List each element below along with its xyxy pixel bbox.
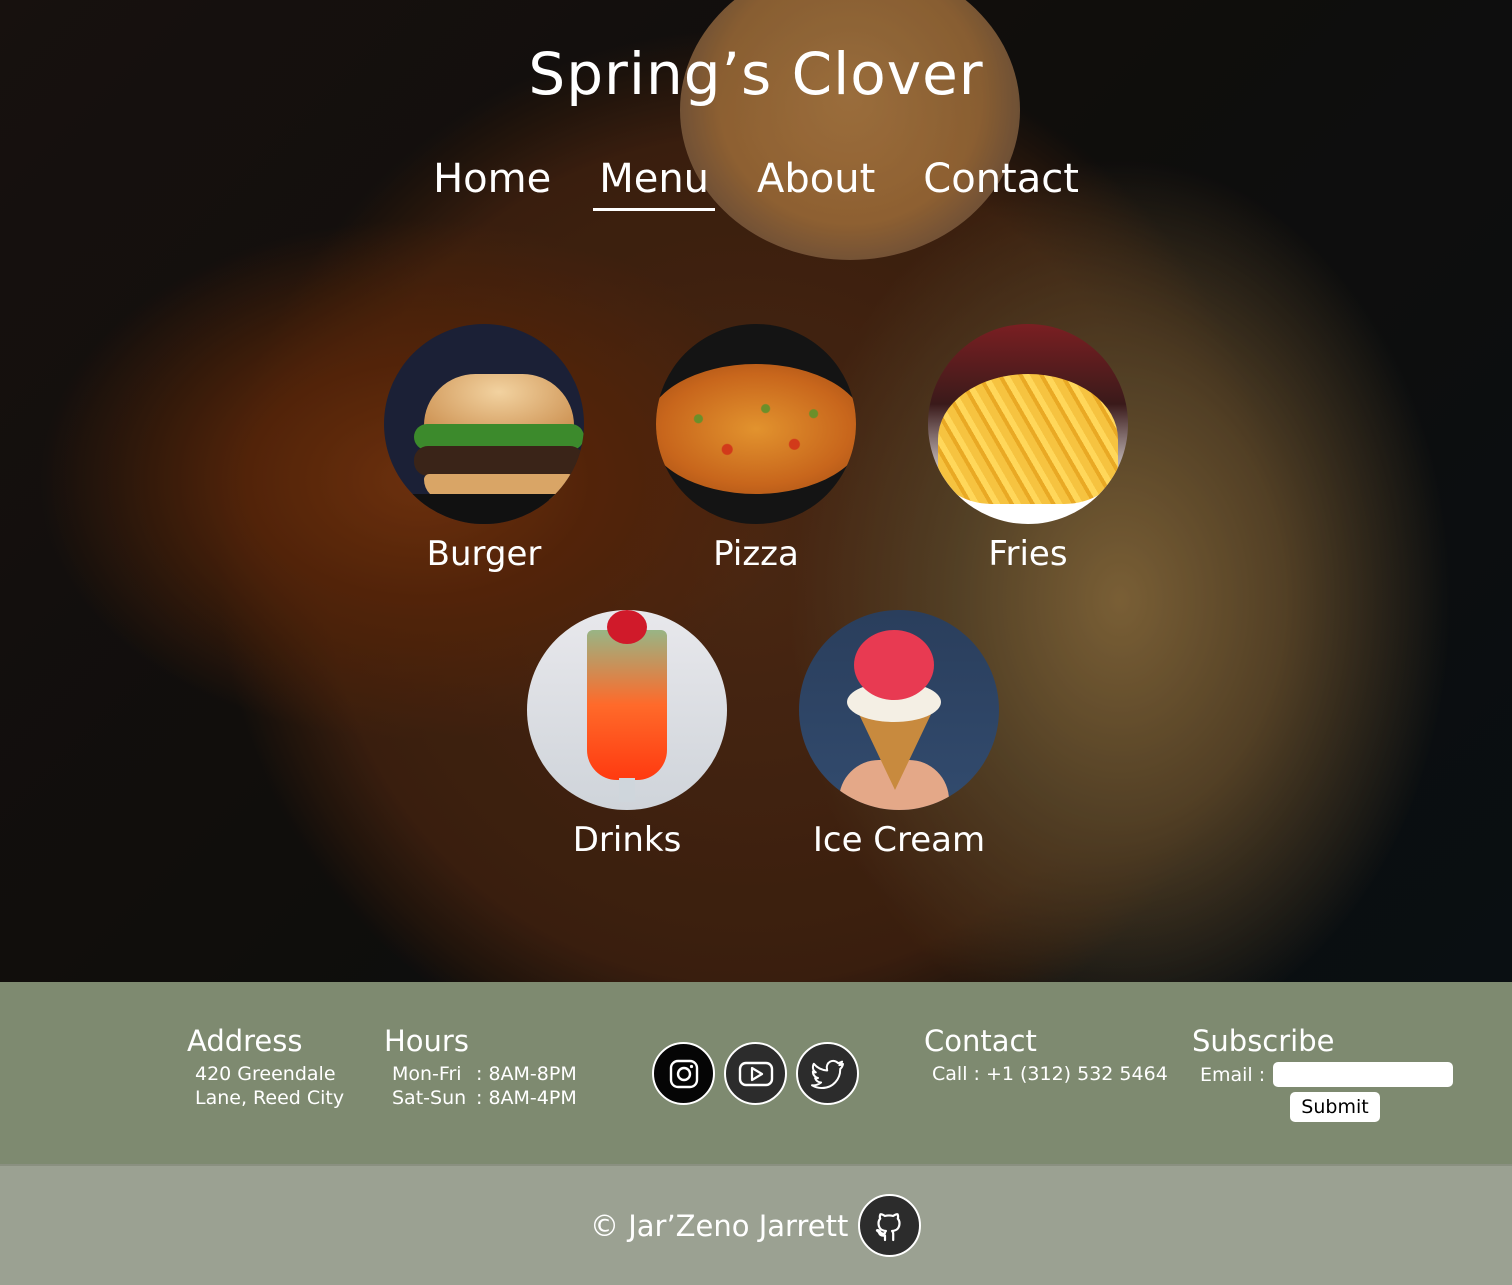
menu-item-fries[interactable]: Fries — [928, 324, 1128, 576]
github-button[interactable] — [858, 1194, 921, 1257]
nav-menu[interactable]: Menu — [593, 154, 716, 211]
social-links — [652, 1042, 859, 1105]
nav-about[interactable]: About — [751, 154, 881, 211]
twitter-icon — [810, 1059, 844, 1089]
menu-item-drinks[interactable]: Drinks — [527, 610, 727, 862]
address-line-2: Lane, Reed City — [195, 1087, 345, 1109]
menu-item-ice-cream[interactable]: Ice Cream — [794, 610, 1004, 862]
hero-section: Spring’s Clover Home Menu About Contact … — [0, 0, 1512, 982]
menu-item-label: Burger — [426, 534, 542, 574]
drinks-image — [527, 610, 727, 810]
email-label: Email : — [1200, 1063, 1266, 1086]
footer: Address 420 Greendale Lane, Reed City Ho… — [0, 982, 1512, 1164]
site-title: Spring’s Clover — [528, 40, 984, 108]
subscribe-section: Subscribe Email : Submit — [1192, 1024, 1492, 1164]
hours-time: : 8AM-8PM — [476, 1063, 577, 1085]
bottom-bar: © Jar’Zeno Jarrett — [0, 1164, 1512, 1285]
instagram-icon — [669, 1059, 698, 1088]
copyright-text: © Jar’Zeno Jarrett — [590, 1209, 849, 1243]
youtube-icon — [738, 1061, 773, 1086]
menu-item-pizza[interactable]: Pizza — [656, 324, 856, 576]
burger-image — [384, 324, 584, 524]
nav-home[interactable]: Home — [427, 154, 557, 211]
main-nav: Home Menu About Contact — [0, 154, 1512, 211]
hours-time: : 8AM-4PM — [476, 1087, 577, 1109]
address-line-1: 420 Greendale — [195, 1063, 336, 1085]
hours-section: Hours Mon-Fri : 8AM-8PM Sat-Sun : 8AM-4P… — [384, 1024, 577, 1110]
address-heading: Address — [187, 1024, 303, 1058]
github-icon — [875, 1212, 901, 1241]
submit-button[interactable]: Submit — [1290, 1092, 1380, 1122]
contact-heading: Contact — [924, 1024, 1037, 1058]
hours-row: Mon-Fri : 8AM-8PM — [392, 1062, 577, 1086]
pizza-image — [656, 324, 856, 524]
email-field[interactable] — [1273, 1062, 1454, 1087]
ice-cream-image — [799, 610, 999, 810]
address-section: Address 420 Greendale Lane, Reed City — [187, 1024, 344, 1110]
nav-contact[interactable]: Contact — [917, 154, 1085, 211]
menu-item-label: Pizza — [713, 534, 799, 574]
menu-item-burger[interactable]: Burger — [384, 324, 584, 576]
fries-image — [928, 324, 1128, 524]
menu-item-label: Drinks — [572, 820, 682, 860]
contact-phone: Call : +1 (312) 532 5464 — [932, 1063, 1168, 1085]
hours-days: Mon-Fri — [392, 1063, 462, 1085]
menu-item-label: Fries — [988, 534, 1068, 574]
menu-item-label: Ice Cream — [812, 820, 986, 860]
instagram-button[interactable] — [652, 1042, 715, 1105]
subscribe-heading: Subscribe — [1192, 1024, 1335, 1058]
contact-section: Contact Call : +1 (312) 532 5464 — [924, 1024, 1168, 1086]
youtube-button[interactable] — [724, 1042, 787, 1105]
hours-row: Sat-Sun : 8AM-4PM — [392, 1086, 577, 1110]
twitter-button[interactable] — [796, 1042, 859, 1105]
hours-days: Sat-Sun — [392, 1087, 467, 1109]
hours-heading: Hours — [384, 1024, 469, 1058]
